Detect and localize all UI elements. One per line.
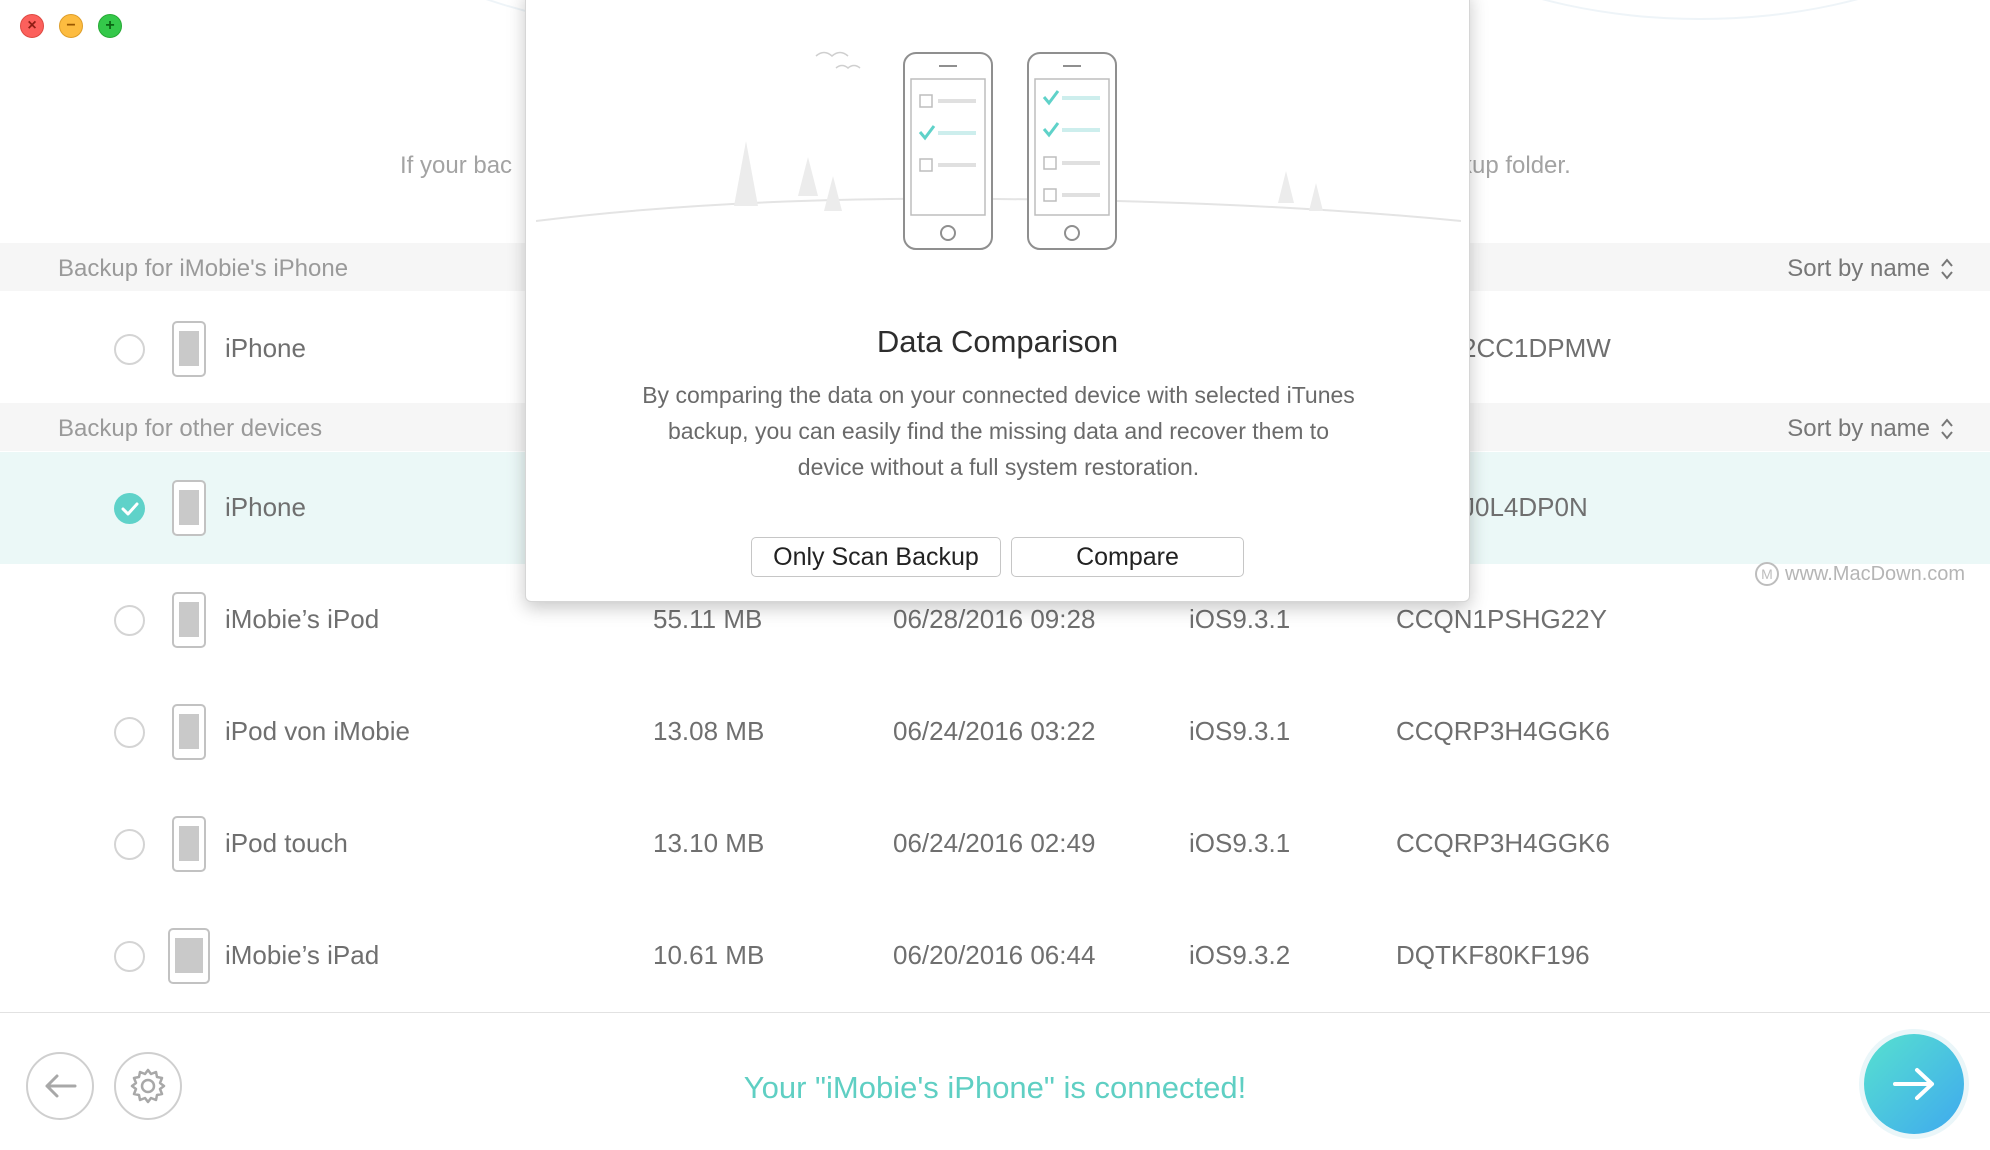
ipad-device-icon bbox=[168, 928, 210, 984]
watermark: M www.MacDown.com bbox=[1755, 562, 1965, 586]
data-comparison-dialog: Data Comparison By comparing the data on… bbox=[525, 0, 1470, 602]
sort-label: Sort by name bbox=[1787, 415, 1930, 442]
sort-by-name-button[interactable]: Sort by name bbox=[1787, 255, 1954, 283]
ipod-device-icon bbox=[172, 816, 206, 872]
backup-date: 06/24/2016 03:22 bbox=[893, 716, 1096, 746]
row-radio[interactable] bbox=[114, 941, 145, 972]
backup-date: 06/20/2016 06:44 bbox=[893, 940, 1096, 970]
device-serial: DQTKF80KF196 bbox=[1396, 940, 1590, 970]
row-radio[interactable] bbox=[114, 717, 145, 748]
next-button[interactable] bbox=[1864, 1034, 1964, 1134]
backup-size: 13.08 MB bbox=[653, 716, 765, 746]
row-radio[interactable] bbox=[114, 605, 145, 636]
header-hint-left: If your bac bbox=[400, 152, 513, 179]
connection-status: Your "iMobie's iPhone" is connected! bbox=[743, 1070, 1247, 1105]
window-close-button[interactable]: × bbox=[20, 14, 44, 38]
watermark-text: www.MacDown.com bbox=[1785, 562, 1966, 585]
ipod-device-icon bbox=[172, 592, 206, 648]
device-name: iPhone bbox=[225, 492, 306, 522]
dialog-title: Data Comparison bbox=[876, 324, 1119, 359]
row-radio[interactable] bbox=[114, 829, 145, 860]
window-controls: × − + bbox=[20, 14, 122, 38]
ipod-device-icon bbox=[172, 704, 206, 760]
arrow-right-icon bbox=[1893, 1068, 1934, 1100]
ios-version: iOS9.3.1 bbox=[1189, 828, 1291, 858]
section-title: Backup for other devices bbox=[58, 415, 323, 442]
compare-button[interactable]: Compare bbox=[1011, 537, 1244, 577]
header-hint-right: kup folder. bbox=[1460, 152, 1571, 179]
device-name: iMobie’s iPad bbox=[225, 940, 380, 970]
ios-version: iOS9.3.2 bbox=[1189, 940, 1291, 970]
window-minimize-button[interactable]: − bbox=[59, 14, 83, 38]
device-name: iPod von iMobie bbox=[225, 716, 410, 746]
backup-size: 13.10 MB bbox=[653, 828, 765, 858]
iphone-device-icon bbox=[172, 321, 206, 377]
device-name: iMobie’s iPod bbox=[225, 604, 380, 634]
phones-comparison-illustration bbox=[536, 51, 1461, 250]
device-name: iPhone bbox=[225, 333, 306, 363]
backup-size: 55.11 MB bbox=[653, 604, 763, 634]
backup-row[interactable]: iPod von iMobie 13.08 MB 06/24/2016 03:2… bbox=[0, 676, 1990, 788]
checkmark-icon bbox=[121, 502, 138, 515]
backup-date: 06/28/2016 09:28 bbox=[893, 604, 1096, 634]
dialog-buttons: Only Scan Backup Compare bbox=[526, 537, 1469, 577]
sort-by-name-button[interactable]: Sort by name bbox=[1787, 415, 1954, 443]
device-serial: CCQRP3H4GGK6 bbox=[1396, 828, 1610, 858]
device-serial: CCQN1PSHG22Y bbox=[1396, 604, 1607, 634]
dialog-description: By comparing the data on your connected … bbox=[642, 382, 1355, 480]
backup-date: 06/24/2016 02:49 bbox=[893, 828, 1096, 858]
row-radio-checked[interactable] bbox=[114, 493, 145, 524]
ios-version: iOS9.3.1 bbox=[1189, 604, 1291, 634]
footer-divider bbox=[0, 1012, 1990, 1013]
device-serial: 2CC1DPMW bbox=[1462, 333, 1611, 363]
macdown-logo-icon: M bbox=[1755, 562, 1779, 586]
sort-updown-icon bbox=[1940, 257, 1954, 281]
section-title: Backup for iMobie's iPhone bbox=[58, 255, 349, 282]
device-serial: J0L4DP0N bbox=[1462, 492, 1588, 522]
sort-updown-icon bbox=[1940, 417, 1954, 441]
sort-label: Sort by name bbox=[1787, 255, 1930, 282]
backup-row[interactable]: iMobie’s iPad 10.61 MB 06/20/2016 06:44 … bbox=[0, 900, 1990, 1012]
ios-version: iOS9.3.1 bbox=[1189, 716, 1291, 746]
backup-row[interactable]: iPod touch 13.10 MB 06/24/2016 02:49 iOS… bbox=[0, 788, 1990, 900]
device-name: iPod touch bbox=[225, 828, 348, 858]
row-radio[interactable] bbox=[114, 334, 145, 365]
backup-size: 10.61 MB bbox=[653, 940, 765, 970]
iphone-device-icon bbox=[172, 480, 206, 536]
only-scan-backup-button[interactable]: Only Scan Backup bbox=[751, 537, 1001, 577]
device-serial: CCQRP3H4GGK6 bbox=[1396, 716, 1610, 746]
window-maximize-button[interactable]: + bbox=[98, 14, 122, 38]
